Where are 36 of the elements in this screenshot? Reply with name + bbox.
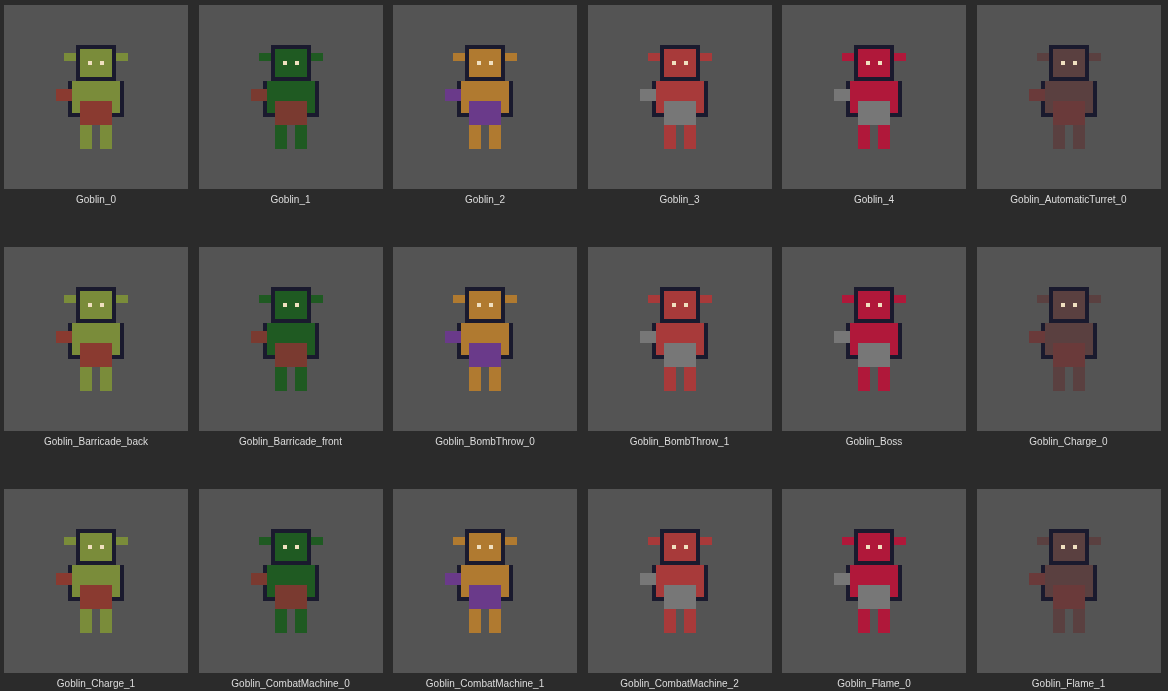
asset-name: Goblin_CombatMachine_1: [425, 677, 545, 690]
asset-thumbnail[interactable]: [4, 5, 188, 189]
asset-thumbnail[interactable]: [198, 247, 383, 431]
asset-name: Goblin_Flame_1: [1031, 677, 1106, 690]
asset-thumbnail[interactable]: [976, 247, 1161, 431]
asset-thumbnail[interactable]: [587, 247, 772, 431]
asset-thumbnail[interactable]: [976, 5, 1161, 189]
asset-thumbnail[interactable]: [782, 5, 966, 189]
asset-thumbnail[interactable]: [198, 489, 383, 673]
asset-name: Goblin_2: [465, 193, 505, 206]
asset-thumbnail[interactable]: [587, 489, 772, 673]
asset-thumbnail[interactable]: [587, 5, 772, 189]
asset-thumbnail[interactable]: [393, 489, 577, 673]
asset-name: Goblin_Charge_0: [1029, 435, 1108, 448]
asset-name: Goblin_CombatMachine_2: [620, 677, 739, 690]
asset-thumbnail[interactable]: [393, 247, 577, 431]
asset-name: Goblin_1: [270, 193, 311, 206]
asset-name: Goblin_4: [854, 193, 894, 206]
asset-thumbnail[interactable]: [4, 489, 188, 673]
asset-name: Goblin_Flame_0: [837, 677, 911, 690]
asset-name: Goblin_Boss: [845, 435, 903, 448]
asset-name: Goblin_0: [76, 193, 116, 206]
asset-name: Goblin_3: [659, 193, 700, 206]
asset-thumbnail[interactable]: [782, 247, 966, 431]
asset-thumbnail[interactable]: [782, 489, 966, 673]
asset-name: Goblin_BombThrow_1: [629, 435, 730, 448]
asset-name: Goblin_Charge_1: [56, 677, 136, 690]
asset-name: Goblin_BombThrow_0: [435, 435, 535, 448]
asset-thumbnail[interactable]: [4, 247, 188, 431]
asset-name: Goblin_Barricade_front: [239, 435, 342, 448]
asset-thumbnail[interactable]: [976, 489, 1161, 673]
asset-name: Goblin_CombatMachine_0: [231, 677, 350, 690]
asset-thumbnail[interactable]: [393, 5, 577, 189]
asset-name: Goblin_Barricade_back: [44, 435, 148, 448]
asset-thumbnail[interactable]: [198, 5, 383, 189]
asset-name: Goblin_AutomaticTurret_0: [1010, 193, 1127, 206]
